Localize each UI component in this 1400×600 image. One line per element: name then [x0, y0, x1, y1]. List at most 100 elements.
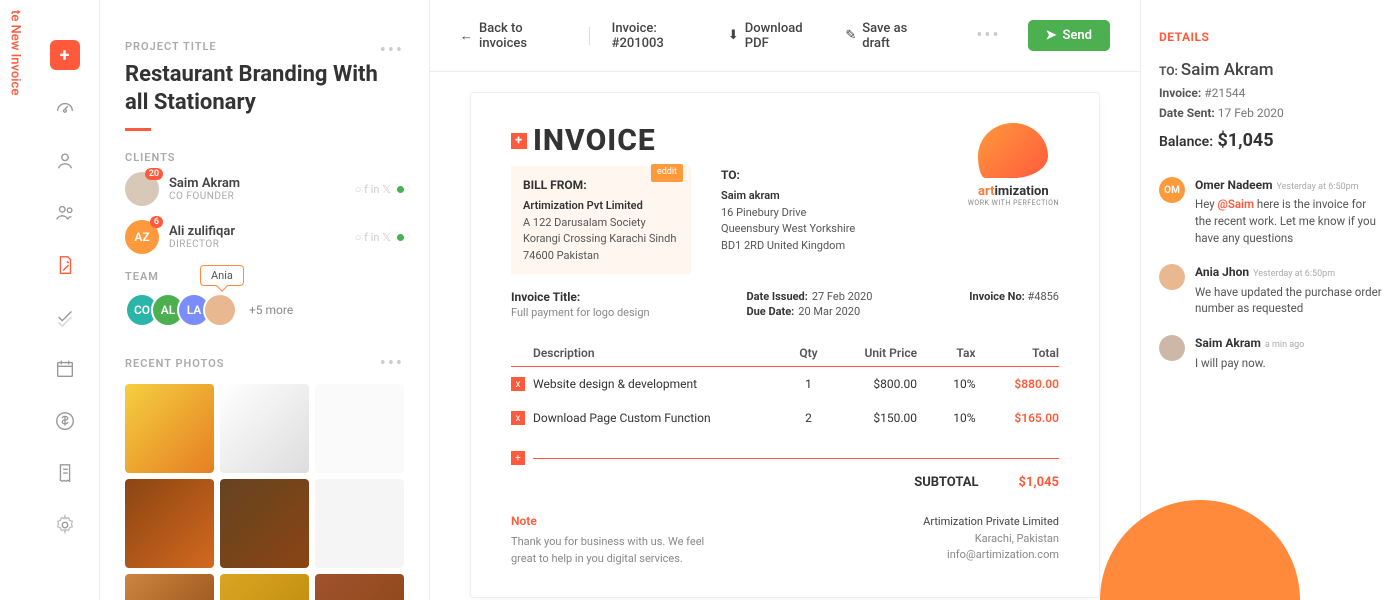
client-name: Ali zulifiqar — [169, 224, 355, 239]
nav-add-icon[interactable]: + — [50, 40, 80, 70]
nav-user-icon[interactable] — [52, 148, 78, 174]
invoice-title-label: Invoice Title: — [511, 290, 650, 304]
table-row: x Download Page Custom Function 2 $150.0… — [511, 401, 1059, 435]
edit-icon: ✎ — [845, 28, 856, 43]
project-panel: PROJECT TITLE Restaurant Branding With a… — [100, 0, 430, 600]
bill-from-box[interactable]: eddit BILL FROM: Artimization Pvt Limite… — [511, 166, 691, 274]
photo-thumb[interactable] — [220, 384, 309, 473]
team-more[interactable]: +5 more — [249, 303, 293, 317]
nav-reports-icon[interactable] — [52, 460, 78, 486]
project-title: Restaurant Branding With all Stationary — [125, 61, 380, 116]
bill-to-box: TO: Saim akram 16 Pinebury Drive Queensb… — [721, 166, 855, 274]
client-row[interactable]: AZ6 Ali zulifiqar DIRECTOR ○ f in 𝕏 — [125, 220, 404, 254]
details-balance: $1,045 — [1218, 130, 1274, 151]
comments-list: OM Omer NadeemYesterday at 6:50pm Hey @S… — [1159, 177, 1382, 371]
col-total: Total — [975, 346, 1058, 360]
bill-from-address: A 122 Darusalam Society Korangi Crossing… — [523, 215, 679, 265]
invoice-heading: +INVOICE — [511, 123, 855, 158]
avatar — [203, 293, 237, 327]
comment: Ania JhonYesterday at 6:50pm We have upd… — [1159, 264, 1382, 317]
nav-payments-icon[interactable] — [52, 408, 78, 434]
col-description: Description — [533, 346, 783, 360]
toolbar: ←Back to invoices Invoice: #201003 ⬇Down… — [430, 0, 1140, 72]
status-online-icon — [397, 186, 404, 193]
photo-thumb[interactable] — [315, 479, 404, 568]
details-heading: DETAILS — [1159, 30, 1382, 44]
clients-label: CLIENTS — [125, 151, 404, 164]
nav-settings-icon[interactable] — [52, 512, 78, 538]
avatar — [1159, 264, 1185, 290]
photo-thumb[interactable] — [125, 574, 214, 600]
nav-team-icon[interactable] — [52, 200, 78, 226]
client-role: DIRECTOR — [169, 239, 355, 250]
separator — [589, 27, 590, 45]
accent-bar — [125, 128, 151, 131]
photo-grid — [125, 384, 404, 600]
send-button[interactable]: ➤Send — [1028, 20, 1110, 51]
project-menu-icon[interactable]: ••• — [380, 40, 404, 61]
note-text: Thank you for business with us. We feel … — [511, 534, 711, 567]
remove-line-button[interactable]: x — [511, 411, 525, 425]
photo-thumb[interactable] — [220, 574, 309, 600]
remove-line-button[interactable]: x — [511, 377, 525, 391]
avatar: 20 — [125, 172, 159, 206]
comment: Saim Akrama min ago I will pay now. — [1159, 335, 1382, 371]
photos-label: RECENT PHOTOS — [125, 357, 224, 370]
save-draft-button[interactable]: ✎Save as draft — [845, 21, 932, 51]
bill-to-heading: TO: — [721, 166, 855, 184]
nav-dashboard-icon[interactable] — [52, 96, 78, 122]
nav-rail: + — [30, 0, 100, 600]
client-socials[interactable]: ○ f in 𝕏 — [355, 231, 391, 244]
photo-thumb[interactable] — [125, 384, 214, 473]
photo-thumb[interactable] — [315, 384, 404, 473]
photo-thumb[interactable] — [125, 479, 214, 568]
avatar: AZ6 — [125, 220, 159, 254]
footer-email: info@artimization.com — [923, 547, 1059, 564]
col-qty: Qty — [783, 346, 833, 360]
toolbar-menu-icon[interactable]: ••• — [976, 25, 1000, 46]
main-area: ←Back to invoices Invoice: #201003 ⬇Down… — [430, 0, 1140, 600]
bill-to-address: 16 Pinebury Drive Queensbury West Yorksh… — [721, 205, 855, 255]
photos-menu-icon[interactable]: ••• — [380, 353, 404, 374]
client-name: Saim Akram — [169, 176, 355, 191]
client-socials[interactable]: ○ f in 𝕏 — [355, 183, 391, 196]
photo-thumb[interactable] — [315, 574, 404, 600]
nav-invoice-icon[interactable] — [52, 252, 78, 278]
notification-badge: 6 — [150, 216, 163, 228]
notification-badge: 20 — [145, 168, 163, 180]
invoice-number: #4856 — [1027, 290, 1059, 303]
arrow-left-icon: ← — [460, 28, 473, 44]
edit-tab[interactable]: eddit — [651, 164, 683, 182]
col-price: Unit Price — [834, 346, 917, 360]
team-avatars[interactable]: Ania CO AL LA +5 more — [125, 293, 404, 327]
comment: OM Omer NadeemYesterday at 6:50pm Hey @S… — [1159, 177, 1382, 246]
invoice-title-value: Full payment for logo design — [511, 306, 650, 319]
subtotal-label: SUBTOTAL — [914, 475, 978, 490]
avatar: OM — [1159, 177, 1185, 203]
status-online-icon — [397, 234, 404, 241]
invoice-ref: Invoice: #201003 — [612, 21, 706, 51]
back-button[interactable]: ←Back to invoices — [460, 21, 567, 51]
nav-tasks-icon[interactable] — [52, 304, 78, 330]
plus-square-icon: + — [511, 133, 527, 149]
line-items-table: Description Qty Unit Price Tax Total x W… — [511, 340, 1059, 490]
table-row: x Website design & development 1 $800.00… — [511, 367, 1059, 401]
invoice-document: +INVOICE eddit BILL FROM: Artimization P… — [470, 92, 1100, 598]
client-role: CO FOUNDER — [169, 191, 355, 202]
details-date-sent: 17 Feb 2020 — [1218, 106, 1284, 120]
download-icon: ⬇ — [728, 28, 739, 43]
bill-from-name: Artimization Pvt Limited — [523, 198, 679, 215]
vertical-create-label: te New Invoice — [0, 0, 30, 600]
photo-thumb[interactable] — [220, 479, 309, 568]
bill-to-name: Saim akram — [721, 188, 855, 205]
note-heading: Note — [511, 514, 711, 528]
team-tooltip: Ania — [200, 265, 244, 286]
footer-company: Artimization Private Limited — [923, 514, 1059, 531]
client-row[interactable]: 20 Saim Akram CO FOUNDER ○ f in 𝕏 — [125, 172, 404, 206]
nav-calendar-icon[interactable] — [52, 356, 78, 382]
add-line-button[interactable]: + — [511, 451, 525, 465]
col-tax: Tax — [917, 346, 975, 360]
download-button[interactable]: ⬇Download PDF — [728, 21, 823, 51]
details-to: Saim Akram — [1181, 60, 1274, 80]
team-label: TEAM — [125, 270, 404, 283]
